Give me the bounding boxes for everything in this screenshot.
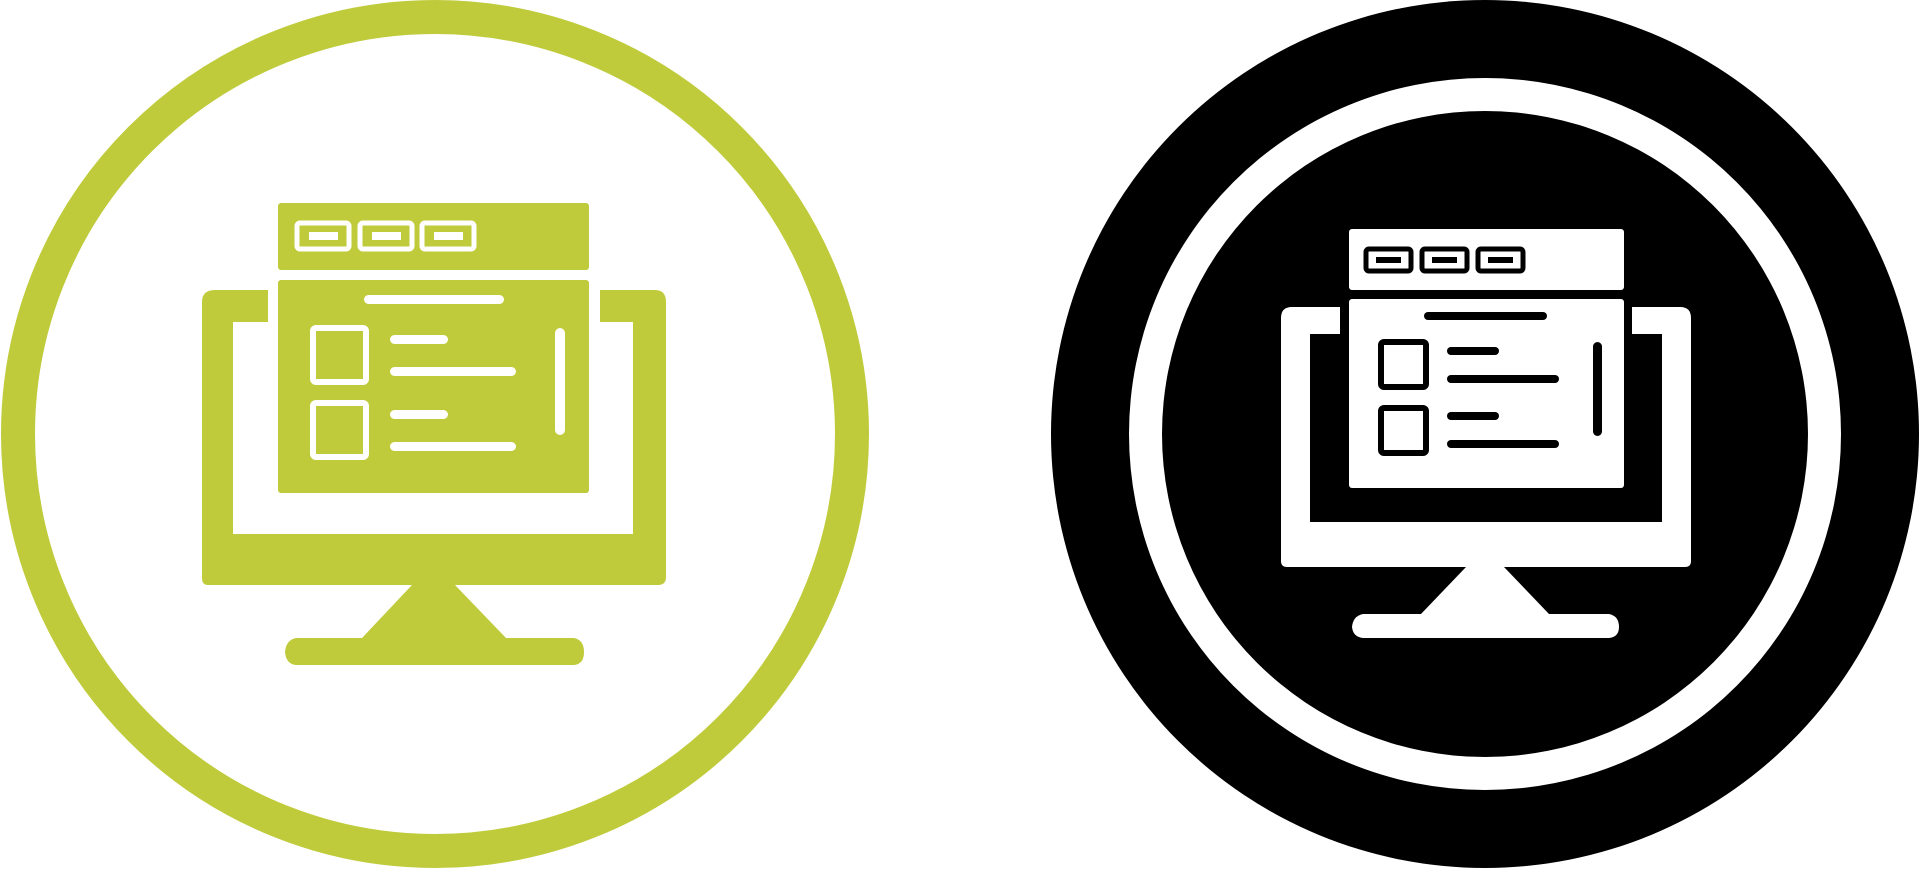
- tab-icon: [1376, 257, 1401, 263]
- tab-icon: [1432, 257, 1457, 263]
- tab-icon: [309, 232, 338, 240]
- text-line-icon: [390, 335, 448, 344]
- tab-icon: [372, 232, 401, 240]
- browser-window-icon: [278, 280, 589, 493]
- heading-line-icon: [364, 295, 504, 304]
- web-app-monitor-icon: [1051, 0, 1919, 868]
- tab-icon: [1488, 257, 1513, 263]
- text-line-icon: [390, 410, 448, 419]
- text-line-icon: [390, 367, 516, 376]
- icon-sheet: [0, 0, 1920, 869]
- text-line-icon: [1447, 375, 1559, 383]
- icon-canvas: [1, 0, 1919, 868]
- heading-line-icon: [1424, 312, 1547, 320]
- scrollbar-icon: [555, 328, 565, 435]
- tab-icon: [434, 232, 463, 240]
- monitor-stand-icon: [285, 585, 584, 665]
- scrollbar-icon: [1593, 342, 1602, 436]
- web-app-monitor-icon: [1, 0, 869, 868]
- text-line-icon: [1447, 347, 1499, 355]
- text-line-icon: [390, 442, 516, 451]
- text-line-icon: [1447, 412, 1499, 420]
- text-line-icon: [1447, 440, 1559, 448]
- browser-window-icon: [1349, 299, 1624, 488]
